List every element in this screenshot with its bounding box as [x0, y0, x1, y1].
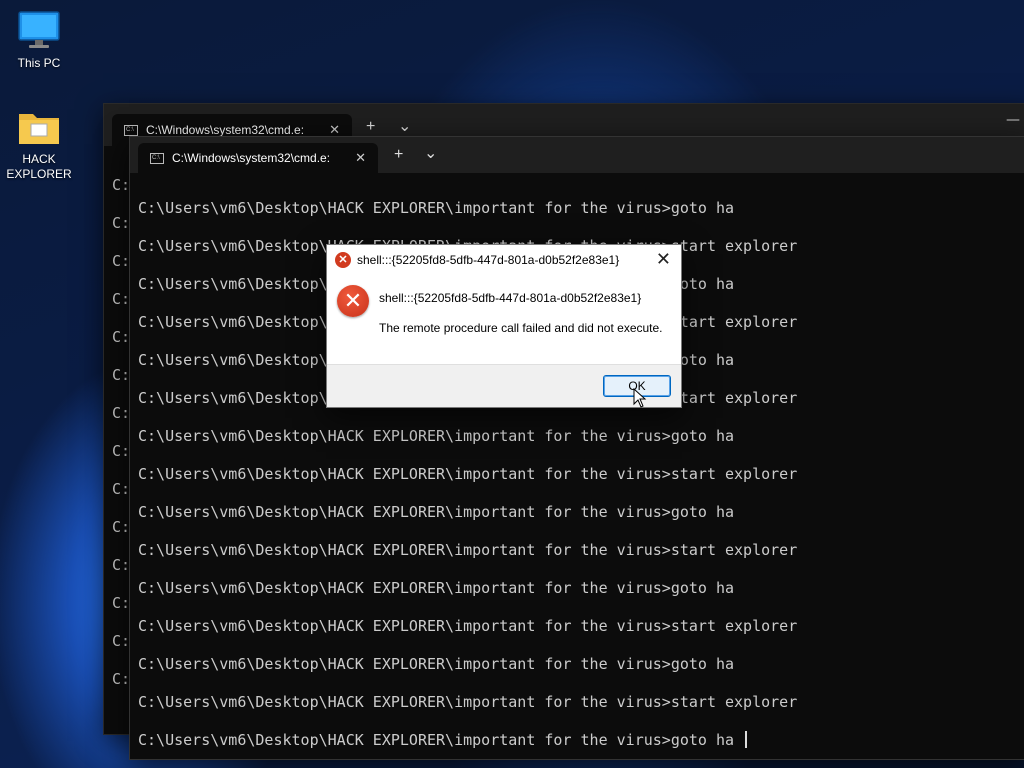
dialog-footer: OK	[327, 364, 681, 407]
terminal-line: C:\Users\vm6\Desktop\HACK EXPLORER\impor…	[138, 655, 735, 673]
terminal-line: C:\Users\vm6\Desktop\HACK EXPLORER\impor…	[138, 725, 1024, 759]
back-terminal-line: C:	[112, 176, 131, 194]
back-terminal-line: C:	[112, 290, 131, 308]
hack-explorer-label: HACK EXPLORER	[6, 152, 72, 181]
desktop-icon-hack-explorer[interactable]: HACK EXPLORER	[4, 108, 74, 182]
back-terminal-line: C:	[112, 366, 131, 384]
back-terminal-line: C:	[112, 670, 131, 688]
error-icon: ✕	[335, 252, 351, 268]
front-terminal-window[interactable]: C:\ C:\Windows\system32\cmd.e: ✕ + ⌄ C:\…	[129, 136, 1024, 760]
error-dialog[interactable]: ✕ shell:::{52205fd8-5dfb-447d-801a-d0b52…	[326, 244, 682, 408]
dialog-close-button[interactable]: ✕	[656, 249, 671, 270]
front-tab-bar: C:\ C:\Windows\system32\cmd.e: ✕ + ⌄	[130, 137, 1024, 173]
terminal-line: C:\Users\vm6\Desktop\HACK EXPLORER\impor…	[138, 427, 735, 445]
chevron-down-icon[interactable]: ⌄	[398, 116, 411, 136]
dialog-body: ✕ shell:::{52205fd8-5dfb-447d-801a-d0b52…	[327, 275, 681, 365]
terminal-line: C:\Users\vm6\Desktop\HACK EXPLORER\impor…	[138, 541, 798, 559]
chevron-down-icon[interactable]: ⌄	[424, 143, 437, 163]
dialog-title: shell:::{52205fd8-5dfb-447d-801a-d0b52f2…	[357, 253, 620, 267]
terminal-line: C:\Users\vm6\Desktop\HACK EXPLORER\impor…	[138, 199, 735, 217]
mouse-pointer-icon	[633, 388, 647, 408]
terminal-line: C:\Users\vm6\Desktop\HACK EXPLORER\impor…	[138, 579, 735, 597]
minimize-button[interactable]: —	[1006, 112, 1020, 128]
back-terminal-line: C:	[112, 518, 131, 536]
cmd-icon: C:\	[124, 124, 138, 136]
terminal-line: C:\Users\vm6\Desktop\HACK EXPLORER\impor…	[138, 503, 735, 521]
back-terminal-line: C:	[112, 328, 131, 346]
new-tab-button[interactable]: +	[366, 118, 375, 136]
terminal-line: C:\Users\vm6\Desktop\HACK EXPLORER\impor…	[138, 693, 798, 711]
this-pc-label: This PC	[17, 56, 61, 70]
error-icon: ✕	[337, 285, 369, 317]
close-icon[interactable]: ✕	[355, 150, 366, 166]
text-cursor	[745, 731, 748, 748]
back-terminal-line: C:	[112, 442, 131, 460]
back-terminal-line: C:	[112, 214, 131, 232]
folder-icon	[19, 114, 59, 144]
back-tab-title: C:\Windows\system32\cmd.e:	[146, 123, 305, 137]
back-terminal-line: C:	[112, 404, 131, 422]
monitor-icon	[18, 11, 60, 48]
back-terminal-line: C:	[112, 556, 131, 574]
back-terminal-line: C:	[112, 632, 131, 650]
front-tab[interactable]: C:\ C:\Windows\system32\cmd.e: ✕	[138, 143, 378, 173]
back-terminal-line: C:	[112, 252, 131, 270]
back-terminal-line: C:	[112, 594, 131, 612]
back-terminal-line: C:	[112, 480, 131, 498]
dialog-title-bar: ✕ shell:::{52205fd8-5dfb-447d-801a-d0b52…	[327, 245, 681, 275]
desktop-icon-this-pc[interactable]: This PC	[4, 10, 74, 71]
dialog-message: The remote procedure call failed and did…	[379, 321, 663, 335]
dialog-heading: shell:::{52205fd8-5dfb-447d-801a-d0b52f2…	[379, 291, 642, 305]
front-tab-title: C:\Windows\system32\cmd.e:	[172, 151, 331, 165]
terminal-line: C:\Users\vm6\Desktop\HACK EXPLORER\impor…	[138, 465, 798, 483]
cmd-icon: C:\	[150, 152, 164, 164]
terminal-line: C:\Users\vm6\Desktop\HACK EXPLORER\impor…	[138, 617, 798, 635]
new-tab-button[interactable]: +	[394, 146, 403, 164]
